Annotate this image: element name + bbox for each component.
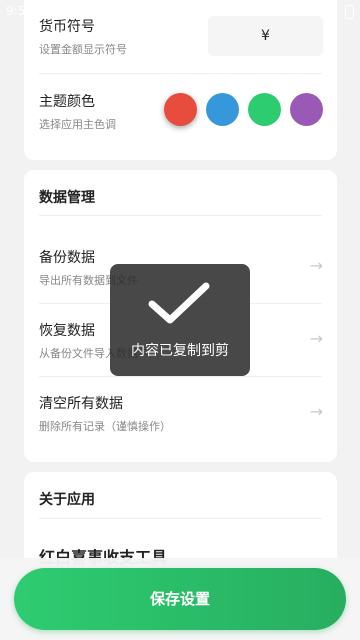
checkmark-icon [148,282,210,324]
divider [39,215,322,216]
status-bar: 9:5 [0,0,360,24]
theme-subtitle: 选择应用主色调 [39,118,116,131]
clear-data-item[interactable]: 清空所有数据 删除所有记录（谨慎操作） [39,386,322,446]
theme-title: 主题颜色 [39,94,95,110]
currency-subtitle: 设置金额显示符号 [39,43,127,56]
save-settings-button[interactable]: 保存设置 [14,568,346,630]
arrow-right-icon: → [309,256,323,275]
restore-title: 恢复数据 [39,323,95,339]
status-time: 9:5 [6,4,26,18]
display-settings-card: 货币符号 设置金额显示符号 ¥ 主题颜色 选择应用主色调 [24,0,337,160]
arrow-right-icon: → [309,402,323,421]
section-title-about: 关于应用 [39,492,95,508]
toast-message: 内容已复制到剪 [131,343,229,359]
clear-subtitle: 删除所有记录（谨慎操作） [39,420,171,433]
theme-color-swatch-blue[interactable] [206,93,239,126]
divider [39,73,322,74]
arrow-right-icon: → [309,329,323,348]
divider [39,376,322,377]
theme-color-swatch-red[interactable] [164,93,197,126]
backup-title: 备份数据 [39,250,95,266]
clear-title: 清空所有数据 [39,396,123,412]
theme-color-swatch-purple[interactable] [290,93,323,126]
battery-icon [345,5,354,19]
theme-color-swatch-green[interactable] [248,93,281,126]
toast: 内容已复制到剪 [110,264,250,376]
section-title-data-management: 数据管理 [39,190,95,206]
divider [39,518,322,519]
